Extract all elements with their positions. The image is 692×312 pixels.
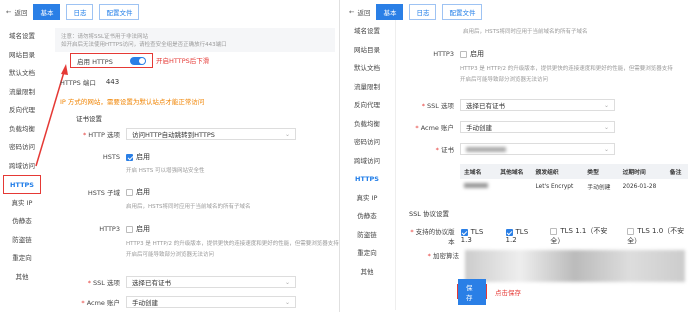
tls11-checkbox[interactable]: TLS 1.1（不安全） xyxy=(550,226,615,246)
hsts-hint: 开启 HSTS 可以增强网站安全性 xyxy=(126,168,205,174)
ssl-protocol-title: SSL 协议设置 xyxy=(409,210,449,218)
table-row[interactable]: Let's Encrypt 手动创建 2026-01-28 xyxy=(460,179,688,194)
acme-label: * Acme 账户 xyxy=(415,124,454,132)
http3-hint2: 开启后可能导致部分浏览器无法访问 xyxy=(126,252,215,258)
acme-select[interactable]: 手动创建 ⌄ xyxy=(460,121,615,133)
protocol-label: * 支持的协议版本 xyxy=(410,228,455,246)
save-box: 保存 xyxy=(457,278,487,305)
cert-settings-title: 证书设置 xyxy=(76,115,102,123)
cert-select[interactable]: ⌄ xyxy=(460,143,615,155)
http3-checkbox[interactable]: 启用 xyxy=(460,49,484,59)
sidebar-item-proxy[interactable]: 反向代理 xyxy=(343,96,391,115)
sidebar-item-password[interactable]: 密码访问 xyxy=(343,133,391,152)
sidebar-item-domain[interactable]: 域名设置 xyxy=(343,22,391,41)
sidebar: 域名设置 网站目录 默认文档 流量限制 反向代理 负载均衡 密码访问 跨域访问 … xyxy=(343,22,391,281)
http-option-label: * HTTP 选项 xyxy=(82,131,120,139)
sidebar-item-cors[interactable]: 跨域访问 xyxy=(343,152,391,171)
sidebar-item-other[interactable]: 其他 xyxy=(343,263,391,282)
tls12-checkbox[interactable]: TLS 1.2 xyxy=(505,228,539,244)
save-button[interactable]: 保存 xyxy=(458,278,486,305)
https-port-label: HTTPS 端口 xyxy=(60,79,96,87)
chevron-down-icon: ⌄ xyxy=(603,145,609,153)
sidebar-item-rewrite[interactable]: 伪静态 xyxy=(343,207,391,226)
http3-label: HTTP3 xyxy=(433,50,454,58)
acme-select[interactable]: 手动创建 ⌄ xyxy=(126,296,296,308)
chevron-down-icon: ⌄ xyxy=(284,278,290,286)
redacted-value xyxy=(464,183,488,188)
cipher-input[interactable] xyxy=(465,250,685,282)
hsts-sub-checkbox[interactable]: 启用 xyxy=(126,187,150,197)
tab-config[interactable]: 配置文件 xyxy=(442,4,483,20)
chevron-down-icon: ⌄ xyxy=(284,130,290,138)
sidebar-item-redirect[interactable]: 重定向 xyxy=(343,244,391,263)
table-header: 主域名 其他域名 颁发组织 类型 过期时间 备注 xyxy=(460,164,688,179)
http3-hint1: HTTP3 是 HTTP/2 的升级版本，提供更快的连接速度和更好的性能，但需要… xyxy=(460,66,673,72)
cert-label: * 证书 xyxy=(435,146,454,154)
hsts-label: HSTS xyxy=(102,153,120,161)
sidebar-item-realip[interactable]: 真实 IP xyxy=(343,189,391,208)
http3-checkbox[interactable]: 启用 xyxy=(126,224,150,234)
tls10-checkbox[interactable]: TLS 1.0（不安全） xyxy=(627,226,692,246)
right-panel: ← 返回 基本 日志 配置文件 域名设置 网站目录 默认文档 流量限制 反向代理 … xyxy=(343,0,692,312)
notice-box: 注意：请勿将SSL证书用于非法网站 如开启后无法使用HTTPS访问，请检查安全组… xyxy=(55,28,335,52)
cipher-label: * 加密算法 xyxy=(427,252,459,260)
annotation-save: 点击保存 xyxy=(495,289,521,297)
cert-table: 主域名 其他域名 颁发组织 类型 过期时间 备注 Let's Encrypt 手… xyxy=(460,164,688,194)
tab-basic[interactable]: 基本 xyxy=(376,4,404,20)
https-toggle[interactable] xyxy=(130,56,146,65)
ssl-label: * SSL 选项 xyxy=(421,102,454,110)
http3-hint1: HTTP3 是 HTTP/2 的升级版本，提供更快的连接速度和更好的性能，但需要… xyxy=(126,241,339,247)
acme-label: * Acme 账户 xyxy=(81,299,120,307)
sidebar-item-https[interactable]: HTTPS xyxy=(343,170,391,189)
tls13-checkbox[interactable]: TLS 1.3 xyxy=(460,228,494,244)
chevron-down-icon: ⌄ xyxy=(603,101,609,109)
sidebar-item-traffic[interactable]: 流量限制 xyxy=(343,78,391,97)
chevron-down-icon: ⌄ xyxy=(603,123,609,131)
enable-https-box: 启用 HTTPS xyxy=(70,53,153,68)
chevron-down-icon: ⌄ xyxy=(284,298,290,306)
ip-warning: IP 方式的网站，需要设置为默认站点才能正常访问 xyxy=(60,98,205,106)
ssl-select[interactable]: 选择已有证书 ⌄ xyxy=(460,99,615,111)
sidebar-item-hotlink[interactable]: 防盗链 xyxy=(343,226,391,245)
left-panel: ← 返回 基本 日志 配置文件 域名设置 网站目录 默认文档 流量限制 反向代理 … xyxy=(0,0,340,312)
sidebar-item-lb[interactable]: 负载均衡 xyxy=(343,115,391,134)
sidebar-item-dir[interactable]: 网站目录 xyxy=(343,41,391,60)
annotation-enable: 开启HTTPS后下滑 xyxy=(156,57,210,65)
https-port-value: 443 xyxy=(105,78,120,86)
back-button[interactable]: ← 返回 xyxy=(349,7,370,17)
http3-hint2: 开启后可能导致部分浏览器无法访问 xyxy=(460,77,549,83)
http3-label: HTTP3 xyxy=(99,225,120,233)
arrow-left-icon: ← xyxy=(349,8,355,16)
redacted-value xyxy=(466,146,506,152)
hsts-sub-label: HSTS 子域 xyxy=(87,189,120,197)
ssl-select[interactable]: 选择已有证书 ⌄ xyxy=(126,276,296,288)
hsts-sub-hint: 启用后，HSTS将同时应用于当前域名的所有子域名 xyxy=(126,204,251,210)
sidebar-item-doc[interactable]: 默认文档 xyxy=(343,59,391,78)
ssl-label: * SSL 选项 xyxy=(87,279,120,287)
http-option-select[interactable]: 访问HTTP自动跳转到HTTPS ⌄ xyxy=(126,128,296,140)
hsts-checkbox[interactable]: 启用 xyxy=(126,152,150,162)
tab-log[interactable]: 日志 xyxy=(409,4,437,20)
top-hint: 启用后，HSTS将同时应用于当前域名的所有子域名 xyxy=(463,29,588,35)
